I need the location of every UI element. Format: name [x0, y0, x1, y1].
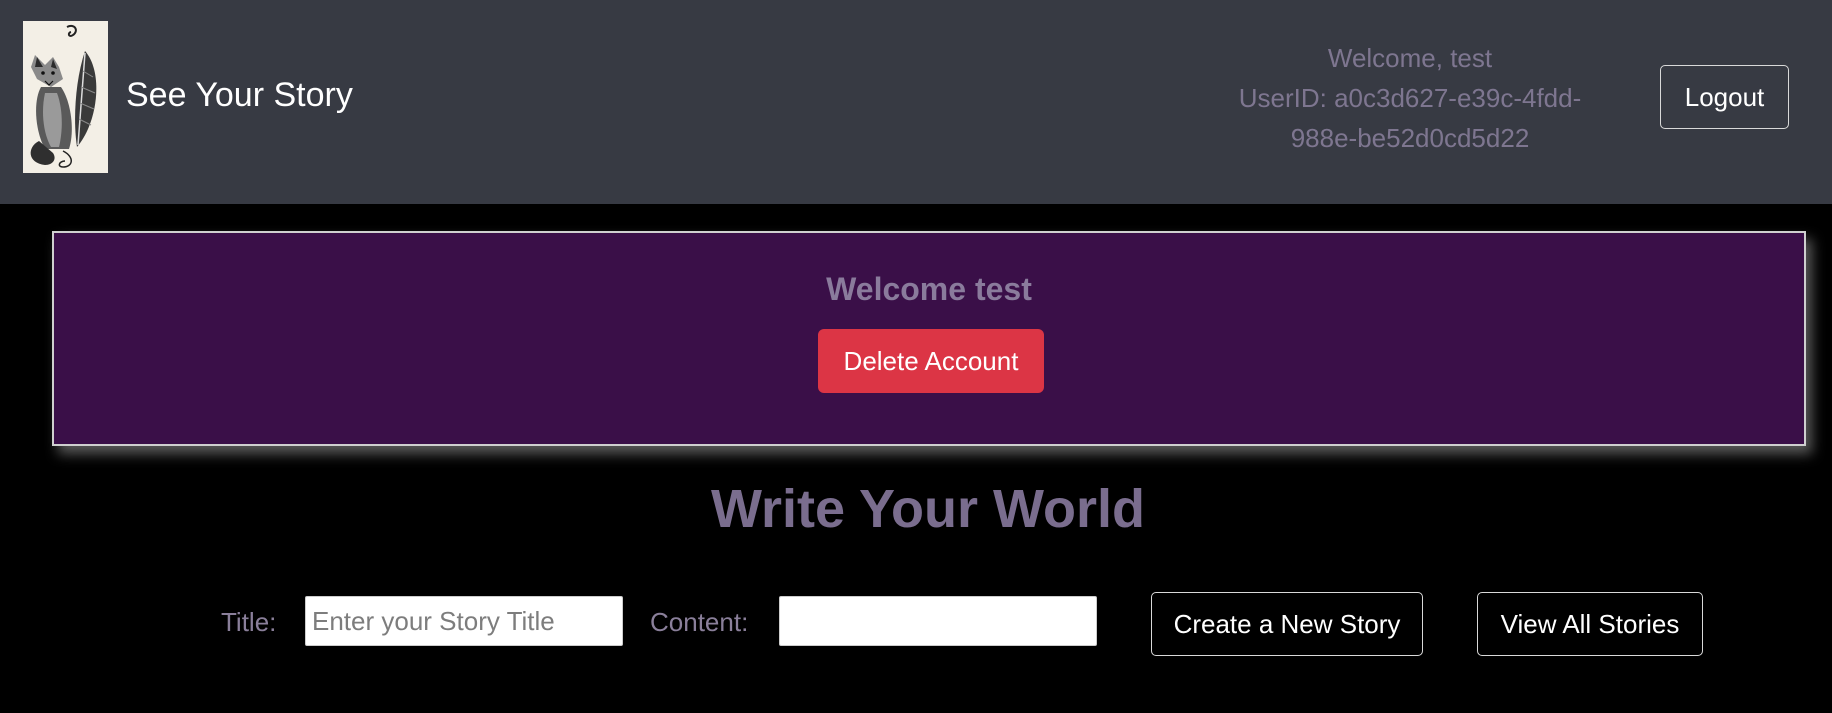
logo-illustration [23, 21, 108, 173]
navbar: See Your Story Welcome, test UserID: a0c… [0, 0, 1832, 204]
view-all-stories-button[interactable]: View All Stories [1477, 592, 1703, 656]
story-title-input[interactable] [305, 596, 623, 646]
welcome-user-text: Welcome, test [1327, 43, 1493, 73]
welcome-card: Welcome test Delete Account [52, 231, 1806, 446]
delete-account-button[interactable]: Delete Account [818, 329, 1044, 393]
story-content-input[interactable] [779, 596, 1097, 646]
brand-title[interactable]: See Your Story [126, 72, 353, 118]
logout-button[interactable]: Logout [1660, 65, 1789, 129]
create-story-button[interactable]: Create a New Story [1151, 592, 1423, 656]
title-label: Title: [221, 607, 277, 637]
fox-quill-logo-icon[interactable] [23, 21, 108, 173]
content-label: Content: [650, 607, 749, 637]
user-id-line-1: UserID: a0c3d627-e39c-4fdd- [1238, 83, 1582, 113]
welcome-heading: Welcome test [826, 271, 1032, 307]
user-id-line-2: 988e-be52d0cd5d22 [1290, 123, 1530, 153]
user-info: Welcome, test UserID: a0c3d627-e39c-4fdd… [1220, 38, 1600, 158]
page-title: Write Your World [710, 479, 1146, 539]
